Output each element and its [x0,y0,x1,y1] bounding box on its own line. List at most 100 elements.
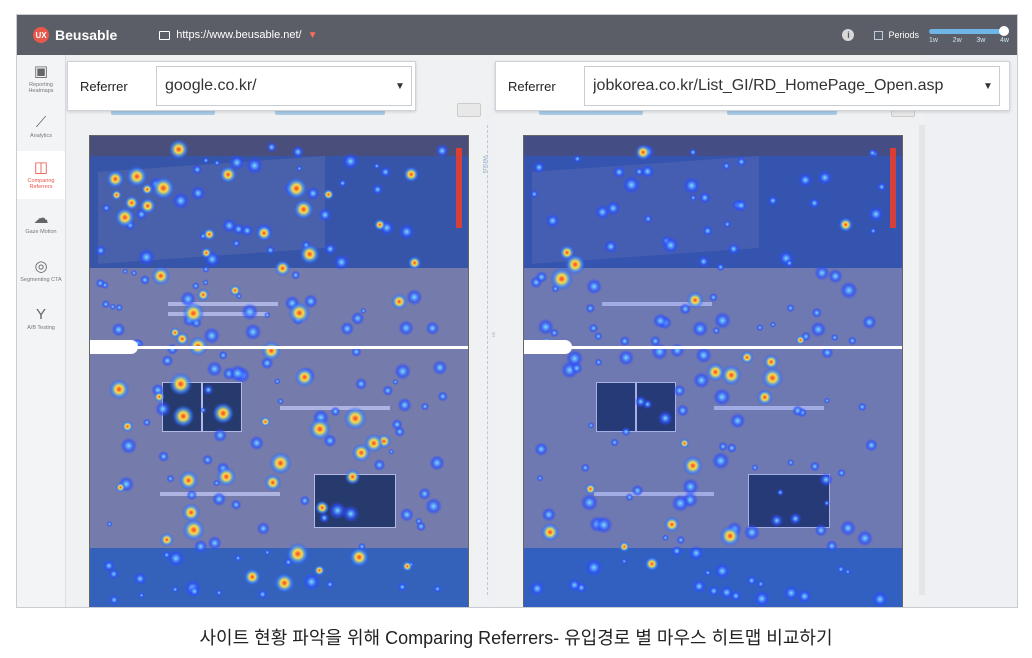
heat-spot [161,354,174,367]
heat-spot-hot [299,244,320,265]
heat-spot [746,575,757,586]
heat-spot [671,494,690,513]
heat-spot-hot [403,166,420,183]
heat-spot [157,450,170,463]
heat-spot [213,428,228,443]
heat-spot [291,270,301,280]
fold-handle[interactable] [90,340,138,354]
heat-spot [776,488,784,496]
heat-spot [770,514,784,527]
heat-spot-hot [719,525,741,547]
heat-spot-hot [274,260,291,277]
left-sidebar: ▣ Reporting Heatmaps ⟋ Analytics ◫ Compa… [17,55,66,607]
heat-spot [713,388,731,406]
heat-spot [718,441,728,452]
heat-spot [814,523,828,537]
heat-spot [698,191,711,204]
heat-spot [437,391,449,402]
heat-spot [230,499,242,511]
compare-icon: ◫ [33,159,49,176]
heat-spot [618,349,635,366]
scrollbar[interactable] [919,125,925,595]
heat-spot [588,323,599,334]
heat-spot-hot [682,455,703,476]
info-icon[interactable]: i [842,29,855,41]
heat-spot-hot [584,483,597,495]
heat-spot [570,362,583,375]
heat-spot-hot [264,474,282,492]
heat-spot [171,585,179,593]
zoom-select[interactable] [457,103,481,117]
heat-spot [753,590,771,607]
heat-spot [120,437,138,455]
heat-spot [751,464,759,472]
heat-spot [373,162,381,170]
referrer-value: jobkorea.co.kr/List_GI/RD_HomePage_Open.… [593,77,944,94]
tick-2w[interactable]: 2w [953,37,962,44]
tick-4w[interactable]: 4w [1000,37,1009,44]
heat-spot-hot [294,367,315,388]
slider-track [929,29,1009,34]
fold-line[interactable] [524,340,902,354]
heat-spot [652,313,668,329]
heat-spot [662,236,680,254]
heat-spot [689,194,697,202]
heat-spot [425,321,440,336]
fold-handle[interactable] [524,340,572,354]
heat-spot [697,255,710,268]
heat-spot [692,579,707,594]
heat-spot [545,213,560,228]
sidebar-item-gaze-motion[interactable]: ☁ Gaze Motion [17,199,65,247]
heat-spot-hot [663,516,680,533]
referrer-select-left[interactable]: google.co.kr/ ▼ [156,66,412,106]
fold-line[interactable] [90,340,468,354]
heat-spot [130,269,138,277]
sidebar-item-reporting-heatmaps[interactable]: ▣ Reporting Heatmaps [17,55,65,103]
sidebar-item-comparing-referrers[interactable]: ◫ Comparing Referrers [17,151,65,199]
referrer-select-right[interactable]: jobkorea.co.kr/List_GI/RD_HomePage_Open.… [584,66,1000,106]
heat-spot [785,258,794,268]
heat-spot [432,359,448,376]
heat-spot [671,545,683,557]
heat-spot [869,227,877,235]
heat-spot-hot [407,256,422,270]
heat-spot [234,554,242,562]
heat-spot-hot [261,340,282,361]
heat-spot [108,594,120,606]
heat-spot [594,516,613,534]
heat-spot [584,558,603,577]
brand-logo[interactable]: UX Beusable [33,27,117,43]
heat-spot [837,468,846,478]
tick-3w[interactable]: 3w [976,37,985,44]
heat-spot [828,268,843,284]
heat-spot [213,159,221,167]
heat-spot [814,265,830,281]
sidebar-item-ab-testing[interactable]: Y A/B Testing [17,295,65,343]
heat-spot [603,239,618,254]
url-selector[interactable]: https://www.beusable.net/ ▼ [159,29,318,41]
heat-spot-hot [756,389,773,406]
heat-spot [714,563,731,579]
heat-spot [585,303,596,314]
heat-spot-hot [288,301,311,325]
slider-handle[interactable] [999,26,1009,36]
heat-spot [862,314,877,330]
heatmap-canvas-right[interactable] [523,135,903,607]
right-heatmap-panel [495,55,925,607]
heat-spot [306,186,320,201]
heat-spot [792,405,804,417]
heatmap-canvas-left[interactable] [89,135,469,607]
periods-slider[interactable]: 1w 2w 3w 4w [929,24,1009,46]
tick-1w[interactable]: 1w [929,37,938,44]
heat-spot [713,311,732,330]
heat-spot [192,164,203,175]
heat-spot [405,288,423,306]
heat-spot [433,584,442,593]
heat-spot [868,148,877,158]
heatmap-overlay-right [524,136,902,607]
sidebar-item-label: A/B Testing [27,325,55,331]
sidebar-item-segmenting-cta[interactable]: ◎ Segmenting CTA [17,247,65,295]
heat-spot [263,311,271,319]
sidebar-item-analytics[interactable]: ⟋ Analytics [17,103,65,151]
brand-name: Beusable [55,27,118,43]
